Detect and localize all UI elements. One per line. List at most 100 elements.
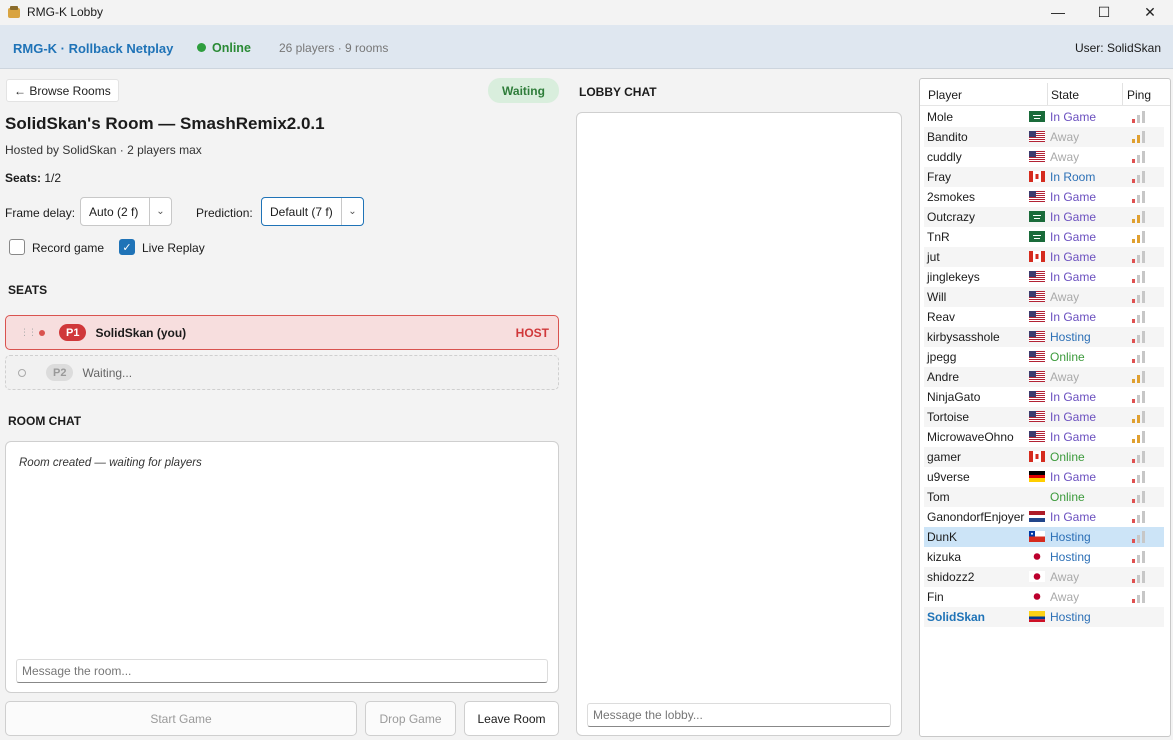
player-row[interactable]: gamer Online: [924, 447, 1164, 467]
player-row[interactable]: TnR In Game: [924, 227, 1164, 247]
ping-signal-icon: [1132, 351, 1146, 363]
player-name: DunK: [927, 530, 958, 544]
player-row[interactable]: MicrowaveOhno In Game: [924, 427, 1164, 447]
seat-status-dot: [18, 368, 26, 377]
player-state: Online: [1050, 490, 1085, 504]
frame-delay-select[interactable]: Auto (2 f) ⌄: [80, 197, 172, 226]
prediction-value: Default (7 f): [270, 204, 333, 219]
seats-heading: SEATS: [8, 283, 48, 297]
player-state: Away: [1050, 590, 1080, 604]
player-row[interactable]: jpegg Online: [924, 347, 1164, 367]
browse-rooms-button[interactable]: ← Browse Rooms: [6, 79, 119, 102]
player-row[interactable]: cuddly Away: [924, 147, 1164, 167]
column-player[interactable]: Player: [928, 88, 962, 102]
seat-p2[interactable]: P2 Waiting...: [5, 355, 559, 390]
record-game-label: Record game: [32, 241, 105, 255]
player-row[interactable]: SolidSkan Hosting: [924, 607, 1164, 627]
ping-signal-icon: [1132, 111, 1146, 123]
column-ping[interactable]: Ping: [1127, 88, 1151, 102]
player-list: Player State Ping Mole In Game Bandito Away…: [919, 78, 1171, 737]
player-state: In Game: [1050, 390, 1097, 404]
app-icon: [7, 5, 21, 19]
ping-signal-icon: [1132, 511, 1146, 523]
record-game-checkbox[interactable]: [9, 239, 25, 255]
player-row[interactable]: Bandito Away: [924, 127, 1164, 147]
player-state: Away: [1050, 130, 1080, 144]
player-row[interactable]: shidozz2 Away: [924, 567, 1164, 587]
player-row[interactable]: jut In Game: [924, 247, 1164, 267]
player-state: In Game: [1050, 470, 1097, 484]
flag-us-icon: [1029, 291, 1045, 302]
player-row[interactable]: jinglekeys In Game: [924, 267, 1164, 287]
flag-jp-icon: [1029, 571, 1045, 582]
player-row[interactable]: GanondorfEnjoyer In Game: [924, 507, 1164, 527]
player-name: GanondorfEnjoyer: [927, 510, 1025, 524]
prediction-select[interactable]: Default (7 f) ⌄: [261, 197, 364, 226]
player-row[interactable]: Mole In Game: [924, 107, 1164, 127]
leave-room-button[interactable]: Leave Room: [464, 701, 559, 736]
ping-signal-icon: [1132, 531, 1146, 543]
player-row[interactable]: Tom Online: [924, 487, 1164, 507]
flag-us-icon: [1029, 391, 1045, 402]
ping-signal-icon: [1132, 331, 1146, 343]
player-row[interactable]: kizuka Hosting: [924, 547, 1164, 567]
player-row[interactable]: Outcrazy In Game: [924, 207, 1164, 227]
player-row[interactable]: Fray In Room: [924, 167, 1164, 187]
drag-handle-icon[interactable]: ⋮⋮: [20, 327, 37, 338]
ping-signal-icon: [1132, 171, 1146, 183]
player-state: Away: [1050, 370, 1080, 384]
lobby-chat-input[interactable]: [587, 703, 891, 727]
player-state: Away: [1050, 290, 1080, 304]
player-row[interactable]: u9verse In Game: [924, 467, 1164, 487]
seat-p1[interactable]: ⋮⋮ P1 SolidSkan (you) HOST: [5, 315, 559, 350]
player-name: kizuka: [927, 550, 962, 564]
player-state: In Game: [1050, 510, 1097, 524]
drop-game-button[interactable]: Drop Game: [365, 701, 456, 736]
player-name: Fin: [927, 590, 944, 604]
live-replay-checkbox[interactable]: ✓: [119, 239, 135, 255]
current-user: User: SolidSkan: [1074, 41, 1161, 55]
ping-signal-icon: [1132, 591, 1146, 603]
brand-title: RMG-K · Rollback Netplay: [13, 41, 174, 56]
close-icon[interactable]: ✕: [1127, 0, 1173, 24]
player-state: Online: [1050, 450, 1085, 464]
room-state-pill: Waiting: [488, 78, 559, 103]
ping-signal-icon: [1132, 211, 1146, 223]
player-row[interactable]: Fin Away: [924, 587, 1164, 607]
player-badge: P1: [59, 324, 87, 341]
player-row[interactable]: NinjaGato In Game: [924, 387, 1164, 407]
player-name: shidozz2: [927, 570, 975, 584]
player-name: gamer: [927, 450, 962, 464]
ping-signal-icon: [1132, 291, 1146, 303]
player-state: In Game: [1050, 190, 1097, 204]
flag-nl-icon: [1029, 511, 1045, 522]
player-row[interactable]: kirbysasshole Hosting: [924, 327, 1164, 347]
player-name: jpegg: [927, 350, 957, 364]
player-list-header: Player State Ping: [920, 79, 1170, 106]
ping-signal-icon: [1132, 411, 1146, 423]
ping-signal-icon: [1132, 231, 1146, 243]
seats-count: Seats: 1/2: [5, 171, 61, 185]
online-status-dot: [197, 43, 206, 52]
player-row[interactable]: Reav In Game: [924, 307, 1164, 327]
player-state: In Room: [1050, 170, 1096, 184]
flag-sa-icon: [1029, 211, 1045, 222]
player-name: Bandito: [927, 130, 968, 144]
frame-delay-label: Frame delay:: [5, 206, 76, 220]
player-row[interactable]: Tortoise In Game: [924, 407, 1164, 427]
room-chat-input[interactable]: [16, 659, 548, 683]
player-name: cuddly: [927, 150, 962, 164]
column-state[interactable]: State: [1051, 88, 1079, 102]
minimize-icon[interactable]: —: [1035, 0, 1081, 24]
player-row[interactable]: Andre Away: [924, 367, 1164, 387]
maximize-icon[interactable]: ☐: [1081, 0, 1127, 24]
player-row[interactable]: DunK Hosting: [924, 527, 1164, 547]
player-row[interactable]: 2smokes In Game: [924, 187, 1164, 207]
chevron-down-icon: ⌄: [341, 198, 363, 225]
checkmark-icon: ✓: [122, 241, 132, 254]
ping-signal-icon: [1132, 311, 1146, 323]
ping-signal-icon: [1132, 551, 1146, 563]
start-game-button[interactable]: Start Game: [5, 701, 357, 736]
player-row[interactable]: Will Away: [924, 287, 1164, 307]
player-state: Hosting: [1050, 610, 1091, 624]
